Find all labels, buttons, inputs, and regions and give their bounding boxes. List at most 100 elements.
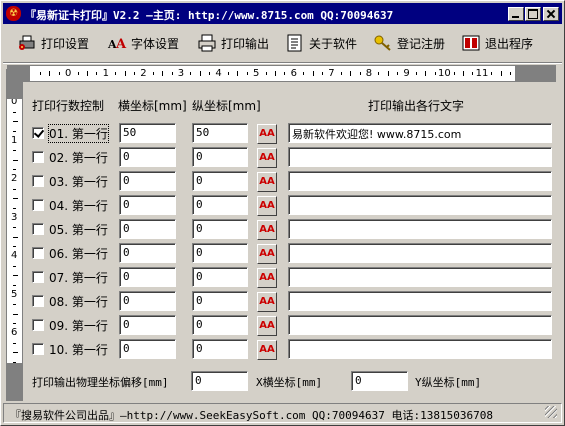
x-coord-input[interactable]: 0	[119, 315, 176, 335]
row-label[interactable]: 05. 第一行	[49, 221, 108, 238]
print-settings-button[interactable]: 打印设置	[17, 32, 89, 54]
y-coord-input[interactable]: 0	[192, 267, 248, 287]
row-label[interactable]: 07. 第一行	[49, 269, 108, 286]
title-bar[interactable]: ☢ 『易新证卡打印』V2.2 —主页: http://www.8715.com …	[3, 3, 562, 24]
offset-x-input[interactable]: 0	[191, 371, 248, 391]
ruler-tick	[237, 71, 239, 76]
row-enable-checkbox[interactable]	[32, 127, 44, 139]
svg-text:A: A	[115, 37, 127, 52]
row-enable-checkbox[interactable]	[32, 223, 44, 235]
ruler-number: 8	[365, 68, 373, 79]
row-enable-checkbox[interactable]	[32, 271, 44, 283]
app-icon[interactable]: ☢	[6, 6, 21, 21]
ruler-tick	[359, 72, 361, 75]
y-coord-input[interactable]: 0	[192, 339, 248, 359]
header-y-coord: 纵坐标[mm]	[192, 99, 261, 113]
minimize-button[interactable]	[508, 7, 524, 21]
ruler-number: 11	[475, 68, 489, 79]
font-icon: AA	[259, 224, 275, 235]
x-coord-input[interactable]: 0	[119, 147, 176, 167]
row-label[interactable]: 10. 第一行	[49, 341, 108, 358]
row-text-input[interactable]	[288, 243, 552, 263]
y-coord-input[interactable]: 0	[192, 243, 248, 263]
row-font-button[interactable]: AA	[257, 148, 277, 168]
register-button[interactable]: 登记注册	[373, 32, 445, 54]
row-label[interactable]: 03. 第一行	[49, 173, 108, 190]
y-coord-input[interactable]: 0	[192, 315, 248, 335]
row-label[interactable]: 06. 第一行	[49, 245, 108, 262]
row-enable-checkbox[interactable]	[32, 151, 44, 163]
row-font-button[interactable]: AA	[257, 196, 277, 216]
print-output-button[interactable]: 打印输出	[197, 32, 269, 54]
x-coord-input[interactable]: 0	[119, 339, 176, 359]
row-text-input[interactable]	[288, 291, 552, 311]
row-text-input[interactable]	[288, 267, 552, 287]
row-text-input[interactable]	[288, 315, 552, 335]
row-text-input[interactable]	[288, 171, 552, 191]
y-coord-input[interactable]: 0	[192, 147, 248, 167]
close-button[interactable]	[543, 7, 559, 21]
row-label[interactable]: 04. 第一行	[49, 197, 108, 214]
row-font-button[interactable]: AA	[257, 316, 277, 336]
row-text-input[interactable]	[288, 147, 552, 167]
ruler-number: 9	[403, 68, 410, 79]
row-label[interactable]: 01. 第一行	[48, 124, 109, 143]
row-font-button[interactable]: AA	[257, 292, 277, 312]
ruler-tick	[340, 72, 342, 75]
exit-button[interactable]: 退出程序	[461, 32, 533, 54]
row-enable-checkbox[interactable]	[32, 199, 44, 211]
ruler-tick	[162, 71, 164, 76]
y-coord-input[interactable]: 0	[192, 171, 248, 191]
x-coord-input[interactable]: 0	[119, 243, 176, 263]
row-10: 10. 第一行 0 0 AA	[1, 338, 565, 360]
ruler-tick	[265, 72, 267, 75]
font-settings-button[interactable]: AA 字体设置	[107, 32, 179, 54]
ruler-tick	[209, 72, 211, 75]
x-coord-input[interactable]: 0	[119, 291, 176, 311]
y-coord-input[interactable]: 0	[192, 195, 248, 215]
y-coord-input[interactable]: 50	[192, 123, 248, 143]
ruler-tick	[463, 71, 464, 76]
offset-y-input[interactable]: 0	[351, 371, 408, 391]
font-icon: AA	[259, 248, 275, 259]
x-coord-input[interactable]: 0	[119, 195, 176, 215]
row-label[interactable]: 08. 第一行	[49, 293, 108, 310]
resize-grip[interactable]	[545, 406, 557, 418]
ruler-tick	[77, 72, 79, 75]
ruler-tick	[378, 72, 380, 75]
x-coord-input[interactable]: 50	[119, 123, 176, 143]
row-enable-checkbox[interactable]	[32, 319, 44, 331]
y-coord-input[interactable]: 0	[192, 219, 248, 239]
row-text-input[interactable]	[288, 339, 552, 359]
x-coord-input[interactable]: 0	[119, 219, 176, 239]
x-coord-input[interactable]: 0	[119, 171, 176, 191]
row-font-button[interactable]: AA	[257, 268, 277, 288]
ruler-number: 2	[140, 68, 147, 79]
font-icon: AA	[259, 152, 275, 163]
row-enable-checkbox[interactable]	[32, 247, 44, 259]
x-coord-input[interactable]: 0	[119, 267, 176, 287]
about-button[interactable]: 关于软件	[285, 32, 357, 54]
ruler-tick	[152, 72, 154, 75]
row-5: 05. 第一行 0 0 AA	[1, 218, 565, 240]
row-enable-checkbox[interactable]	[32, 295, 44, 307]
row-enable-checkbox[interactable]	[32, 343, 44, 355]
row-text-input[interactable]	[288, 195, 552, 215]
maximize-button[interactable]	[525, 7, 541, 21]
row-font-button[interactable]: AA	[257, 124, 277, 144]
row-label[interactable]: 09. 第一行	[49, 317, 108, 334]
status-text: 『搜易软件公司出品』—http://www.SeekEasySoft.com Q…	[10, 409, 493, 422]
row-font-button[interactable]: AA	[257, 340, 277, 360]
row-7: 07. 第一行 0 0 AA	[1, 266, 565, 288]
row-font-button[interactable]: AA	[257, 172, 277, 192]
row-font-button[interactable]: AA	[257, 220, 277, 240]
row-enable-checkbox[interactable]	[32, 175, 44, 187]
ruler-tick	[303, 72, 305, 75]
row-font-button[interactable]: AA	[257, 244, 277, 264]
row-text-input[interactable]	[288, 219, 552, 239]
row-text-input[interactable]: 易新软件欢迎您! www.8715.com	[288, 123, 552, 143]
y-coord-input[interactable]: 0	[192, 291, 248, 311]
horizontal-ruler[interactable]: 0 1 2 3 4 5 6 7 8 9 10 11	[29, 65, 516, 82]
row-label[interactable]: 02. 第一行	[49, 149, 108, 166]
toolbar: 打印设置 AA 字体设置 打印输出 关于软件 登记注册 退出程序	[3, 26, 562, 62]
